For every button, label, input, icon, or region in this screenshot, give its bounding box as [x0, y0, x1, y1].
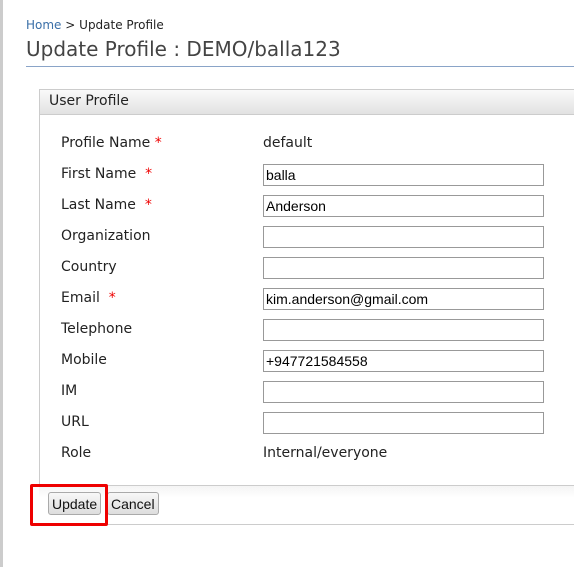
role-value: Internal/everyone	[263, 445, 388, 461]
breadcrumb-home-link[interactable]: Home	[26, 18, 61, 32]
field-row-im: IM	[61, 381, 561, 403]
field-row-url: URL	[61, 412, 561, 434]
label-text: Country	[61, 259, 117, 275]
label-text: Role	[61, 445, 92, 461]
country-input[interactable]	[263, 257, 544, 279]
field-row-mobile: Mobile +947721584558	[61, 350, 561, 372]
country-label: Country	[61, 259, 117, 275]
url-label: URL	[61, 414, 89, 430]
field-row-last-name: Last Name * Anderson	[61, 195, 561, 217]
highlight-box	[30, 484, 108, 526]
required-asterisk: *	[154, 135, 162, 151]
label-text: Last Name	[61, 197, 136, 213]
organization-input[interactable]	[263, 226, 544, 248]
field-row-email: Email * kim.anderson@gmail.com	[61, 288, 561, 310]
label-text: Mobile	[61, 352, 107, 368]
email-label: Email *	[61, 290, 116, 306]
page-title: Update Profile : DEMO/balla123	[26, 37, 341, 61]
panel-title: User Profile	[40, 90, 574, 115]
last-name-input[interactable]: Anderson	[263, 195, 544, 217]
field-row-organization: Organization	[61, 226, 561, 248]
im-input[interactable]	[263, 381, 544, 403]
label-text: Organization	[61, 228, 151, 244]
required-asterisk: *	[145, 166, 153, 182]
profile-name-label: Profile Name *	[61, 135, 162, 151]
left-edge-strip	[0, 0, 3, 567]
field-row-profile-name: Profile Name * default	[61, 133, 561, 155]
breadcrumb-current: Update Profile	[79, 18, 164, 32]
required-asterisk: *	[144, 197, 152, 213]
field-row-telephone: Telephone	[61, 319, 561, 341]
mobile-input[interactable]: +947721584558	[263, 350, 544, 372]
im-label: IM	[61, 383, 77, 399]
user-profile-panel: User Profile Profile Name * default First …	[39, 89, 574, 486]
breadcrumb: Home > Update Profile	[26, 18, 164, 32]
profile-name-value: default	[263, 135, 313, 151]
last-name-label: Last Name *	[61, 197, 152, 213]
first-name-label: First Name *	[61, 166, 152, 182]
breadcrumb-separator: >	[65, 18, 76, 32]
required-asterisk: *	[108, 290, 116, 306]
title-divider	[26, 66, 574, 67]
url-input[interactable]	[263, 412, 544, 434]
label-text: Profile Name	[61, 135, 151, 151]
label-text: Telephone	[61, 321, 133, 337]
field-row-country: Country	[61, 257, 561, 279]
label-text: First Name	[61, 166, 137, 182]
label-text: Email	[61, 290, 100, 306]
role-label: Role	[61, 445, 91, 461]
organization-label: Organization	[61, 228, 151, 244]
label-text: IM	[61, 383, 78, 399]
email-input[interactable]: kim.anderson@gmail.com	[263, 288, 544, 310]
telephone-input[interactable]	[263, 319, 544, 341]
mobile-label: Mobile	[61, 352, 107, 368]
telephone-label: Telephone	[61, 321, 132, 337]
cancel-button[interactable]: Cancel	[107, 492, 159, 515]
field-row-role: Role Internal/everyone	[61, 443, 561, 465]
label-text: URL	[61, 414, 89, 430]
first-name-input[interactable]: balla	[263, 164, 544, 186]
field-row-first-name: First Name * balla	[61, 164, 561, 186]
